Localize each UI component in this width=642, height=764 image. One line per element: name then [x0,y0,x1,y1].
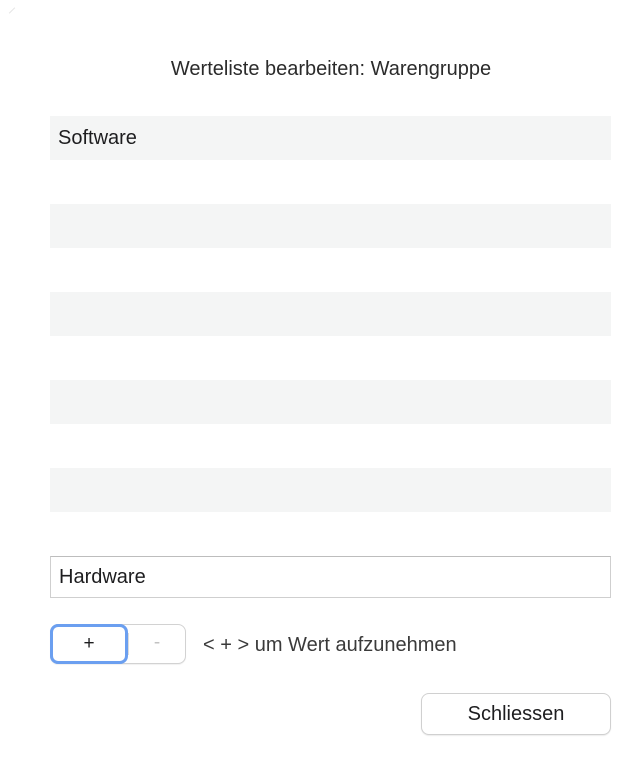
value-input[interactable] [50,556,611,598]
list-item-5[interactable] [50,336,611,380]
remove-value-button[interactable]: - [129,625,185,663]
list-item-6[interactable] [50,380,611,424]
window-corner-mark [8,7,16,14]
add-value-hint: < + > um Wert aufzunehmen [203,634,457,656]
list-item-7[interactable] [50,424,611,468]
add-value-button[interactable]: + [50,624,128,664]
list-item-9[interactable] [50,512,611,556]
list-item-3[interactable] [50,248,611,292]
close-button[interactable]: Schliessen [421,693,611,735]
edit-value-list-dialog: Werteliste bearbeiten: Warengruppe Softw… [0,0,642,764]
dialog-title: Werteliste bearbeiten: Warengruppe [170,58,492,80]
list-item-1[interactable] [50,160,611,204]
add-remove-segmented-control[interactable]: + - [50,624,186,664]
list-item-0[interactable]: Software [50,116,611,160]
list-item-2[interactable] [50,204,611,248]
list-item-4[interactable] [50,292,611,336]
list-item-8[interactable] [50,468,611,512]
value-list[interactable]: Software [50,116,611,556]
